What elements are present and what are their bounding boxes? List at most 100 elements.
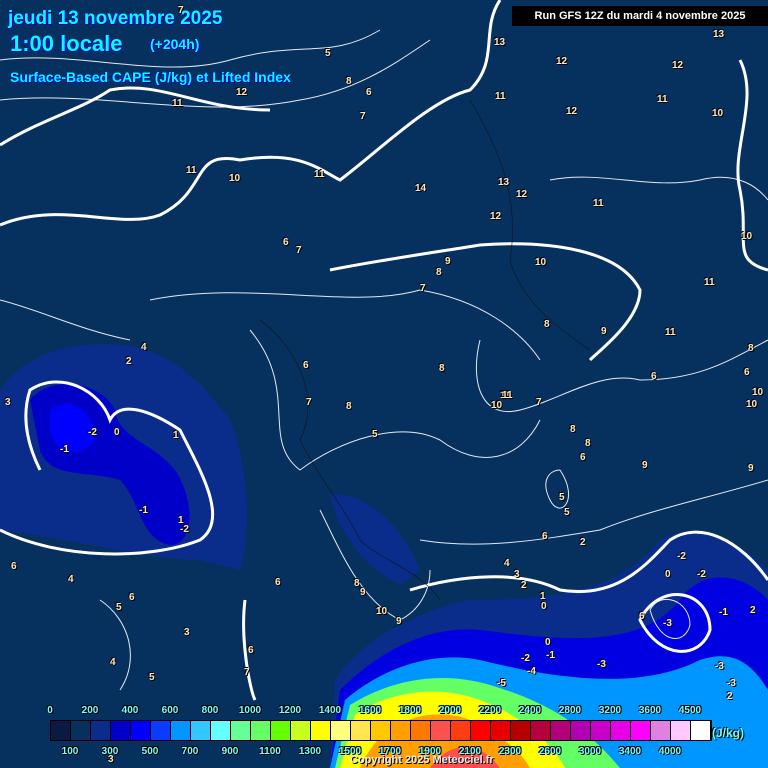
contour-label: 2 <box>126 356 132 367</box>
contour-label: 11 <box>657 94 668 105</box>
contour-label: 11 <box>186 165 197 176</box>
colorbar-swatch <box>511 721 531 740</box>
colorbar-tick-label: 1000 <box>238 705 262 716</box>
contour-label: 8 <box>585 438 591 449</box>
contour-label: -3 <box>715 661 724 672</box>
contour-label: 5 <box>149 672 155 683</box>
contour-label: 14 <box>415 183 427 194</box>
contour-label: 5 <box>325 48 331 59</box>
contour-label: 7 <box>536 397 542 408</box>
contour-label: 4 <box>110 657 116 668</box>
contour-label: 6 <box>11 561 17 572</box>
contour-label: 7 <box>306 397 312 408</box>
contour-label: 6 <box>651 371 657 382</box>
contour-label: 12 <box>566 106 578 117</box>
colorbar-swatch <box>211 721 231 740</box>
colorbar-tick-label: 3600 <box>638 705 662 716</box>
colorbar-swatch <box>271 721 291 740</box>
colorbar-swatch <box>691 721 711 740</box>
colorbar-tick-label: 2300 <box>498 746 522 757</box>
colorbar-tick-label: 4000 <box>658 746 682 757</box>
contour-label: 11 <box>502 390 513 401</box>
contour-label: 12 <box>490 211 502 222</box>
colorbar-tick-label: 2800 <box>558 705 582 716</box>
contour-label: 11 <box>495 91 506 102</box>
colorbar-swatch <box>471 721 491 740</box>
contour-label: 10 <box>712 108 724 119</box>
colorbar-swatch <box>431 721 451 740</box>
contour-label: 9 <box>445 256 451 267</box>
colorbar-swatch <box>531 721 551 740</box>
cape-area-mid <box>330 494 420 585</box>
contour-label: 11 <box>665 327 676 338</box>
colorbar-swatch <box>151 721 171 740</box>
contour-label: 8 <box>346 401 352 412</box>
colorbar-tick-label: 3200 <box>598 705 622 716</box>
contour-label: 7 <box>420 283 426 294</box>
colorbar-tick-label: 700 <box>181 746 199 757</box>
contour-label: -1 <box>139 505 148 516</box>
contour-label: 8 <box>748 343 754 354</box>
colorbar-swatch <box>291 721 311 740</box>
colorbar-tick-label: 3400 <box>618 746 642 757</box>
contour-label: 5 <box>372 429 378 440</box>
copyright: Copyright 2025 Meteociel.fr <box>350 754 494 766</box>
contour-label: 0 <box>665 569 671 580</box>
contour-label: 9 <box>642 460 648 471</box>
contour-label: 8 <box>570 424 576 435</box>
contour-label: 0 <box>545 637 551 648</box>
contour-label: 6 <box>580 452 586 463</box>
contour-label: 6 <box>248 645 254 656</box>
colorbar-swatch <box>411 721 431 740</box>
contour-label: 10 <box>535 257 547 268</box>
contour-label: 10 <box>376 606 388 617</box>
contour-label: -2 <box>521 653 530 664</box>
contour-label: 7 <box>244 667 250 678</box>
contour-label: 4 <box>68 574 74 585</box>
contour-label: 8 <box>439 363 445 374</box>
contour-label: 0 <box>114 427 120 438</box>
contour-label: -2 <box>697 569 706 580</box>
contour-label: -1 <box>719 607 728 618</box>
contour-label: 7 <box>296 245 302 256</box>
contour-label: 9 <box>748 463 754 474</box>
colorbar-tick-label: 600 <box>161 705 179 716</box>
colorbar-swatch <box>651 721 671 740</box>
colorbar-swatch <box>371 721 391 740</box>
colorbar-tick-label: 200 <box>81 705 99 716</box>
colorbar-swatch <box>251 721 271 740</box>
colorbar-swatch <box>111 721 131 740</box>
contour-label: 10 <box>229 173 241 184</box>
contour-label: 12 <box>516 189 528 200</box>
country-borders <box>259 99 591 601</box>
colorbar-unit: (J/kg) <box>712 726 745 740</box>
colorbar-tick-label: 2000 <box>438 705 462 716</box>
contour-label: 8 <box>346 76 352 87</box>
contour-label: -1 <box>546 650 555 661</box>
contour-label: -2 <box>677 551 686 562</box>
colorbar-swatch <box>171 721 191 740</box>
contour-label: 11 <box>314 169 325 180</box>
contour-label: 13 <box>494 37 506 48</box>
contour-label: 11 <box>593 198 604 209</box>
contour-label: 1 <box>173 430 179 441</box>
colorbar-swatch <box>351 721 371 740</box>
forecast-lead-time: (+204h) <box>150 36 200 52</box>
colorbar-tick-label: 1600 <box>358 705 382 716</box>
colorbar-swatch <box>391 721 411 740</box>
contour-label: -5 <box>497 678 506 689</box>
contour-label: 3 <box>184 627 190 638</box>
contour-label: 2 <box>727 691 733 702</box>
colorbar-tick-label: 2600 <box>538 746 562 757</box>
contour-label: 13 <box>498 177 510 188</box>
map-canvas <box>0 0 768 768</box>
contour-label: 8 <box>354 578 360 589</box>
colorbar-tick-label: 500 <box>141 746 159 757</box>
colorbar-swatch <box>51 721 71 740</box>
colorbar-swatch <box>91 721 111 740</box>
colorbar-tick-label: 400 <box>121 705 139 716</box>
colorbar-tick-label: 0 <box>47 705 53 716</box>
contour-label: 6 <box>303 360 309 371</box>
contour-label: 10 <box>491 400 503 411</box>
colorbar-tick-label: 900 <box>221 746 239 757</box>
